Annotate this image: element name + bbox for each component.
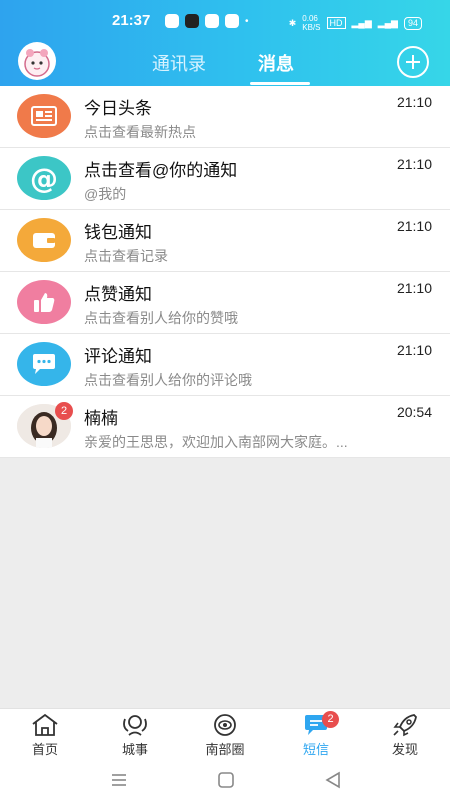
item-title: 今日头条 [84,99,152,118]
home-icon [32,713,58,736]
item-time: 21:10 [396,218,432,234]
status-bar: 21:37 • ✱ 0.06 KB/S HD ▂▄▆ ▂▄▆ 94 [0,8,450,36]
item-subtitle: 点击查看最新热点 [84,124,196,140]
city-icon [123,715,147,736]
sms-unread-badge: 2 [322,711,339,728]
app-notification-icon [225,14,239,28]
signal-icon: ▂▄▆ [351,17,372,28]
tab-nanbu-circle[interactable]: 南部圈 [190,713,260,758]
list-item-wallet[interactable]: 钱包通知 点击查看记录 21:10 [0,210,450,272]
item-time: 21:10 [396,94,432,110]
status-time: 21:37 [112,12,151,29]
circle-icon [214,714,236,736]
item-subtitle: @我的 [84,186,127,202]
app-notification-icon [185,14,199,28]
item-time: 20:54 [396,404,432,420]
message-list: 今日头条 点击查看最新热点 21:10 @ 点击查看@你的通知 @我的 21:1… [0,86,450,458]
home-button-icon[interactable] [216,770,236,790]
network-speed: 0.06 KB/S [302,14,321,32]
tab-label: 城事 [121,742,148,757]
item-time: 21:10 [396,280,432,296]
item-title: 点击查看@你的通知 [84,161,238,180]
rocket-icon [393,714,417,737]
notification-icons: • [165,14,249,28]
item-subtitle: 点击查看别人给你的评论哦 [84,372,252,388]
system-nav-bar [0,760,450,800]
tab-label: 发现 [391,742,418,757]
tab-messages[interactable]: 消息 [258,50,294,76]
item-time: 21:10 [396,342,432,358]
item-subtitle: 亲爱的王思思，欢迎加入南部网大家庭。... [84,434,348,450]
at-icon: @ [17,156,71,200]
top-bar: 21:37 • ✱ 0.06 KB/S HD ▂▄▆ ▂▄▆ 94 通讯录 消息 [0,0,450,86]
item-title: 评论通知 [84,347,152,366]
system-icons: ✱ 0.06 KB/S HD ▂▄▆ ▂▄▆ 94 [289,14,422,32]
app-notification-icon [205,14,219,28]
item-subtitle: 点击查看记录 [84,248,168,264]
signal-icon: ▂▄▆ [377,17,398,28]
tab-discover[interactable]: 发现 [370,713,440,758]
item-title: 楠楠 [84,409,118,428]
list-item-chat[interactable]: 2 楠楠 亲爱的王思思，欢迎加入南部网大家庭。... 20:54 [0,396,450,458]
newspaper-icon [17,94,71,138]
comment-icon [17,342,71,386]
dot-icon: • [245,15,249,27]
tab-label: 首页 [31,742,58,757]
add-button[interactable] [397,46,429,78]
item-title: 钱包通知 [84,223,152,242]
tab-label: 短信 [302,742,329,757]
battery-icon: 94 [403,16,422,30]
profile-avatar[interactable] [18,42,56,80]
bottom-tab-bar: 首页 城事 南部圈 2 短信 发现 [0,708,450,760]
menu-icon[interactable] [109,770,129,790]
item-title: 点赞通知 [84,285,152,304]
list-item-toutiao[interactable]: 今日头条 点击查看最新热点 21:10 [0,86,450,148]
tab-label: 南部圈 [205,742,245,757]
bluetooth-icon: ✱ [288,17,297,28]
tab-home[interactable]: 首页 [10,713,80,758]
unread-badge: 2 [55,402,73,420]
active-tab-indicator [250,82,310,85]
item-time: 21:10 [396,156,432,172]
list-item-likes[interactable]: 点赞通知 点击查看别人给你的赞哦 21:10 [0,272,450,334]
item-subtitle: 点击查看别人给你的赞哦 [84,310,238,326]
thumbs-up-icon [17,280,71,324]
hd-icon: HD [326,17,346,29]
app-notification-icon [165,14,179,28]
tab-contacts[interactable]: 通讯录 [152,50,206,76]
tab-sms[interactable]: 2 短信 [281,711,351,758]
wallet-icon [17,218,71,262]
back-icon[interactable] [323,770,343,790]
list-item-comments[interactable]: 评论通知 点击查看别人给你的评论哦 21:10 [0,334,450,396]
tab-city[interactable]: 城事 [100,713,170,758]
list-item-mentions[interactable]: @ 点击查看@你的通知 @我的 21:10 [0,148,450,210]
